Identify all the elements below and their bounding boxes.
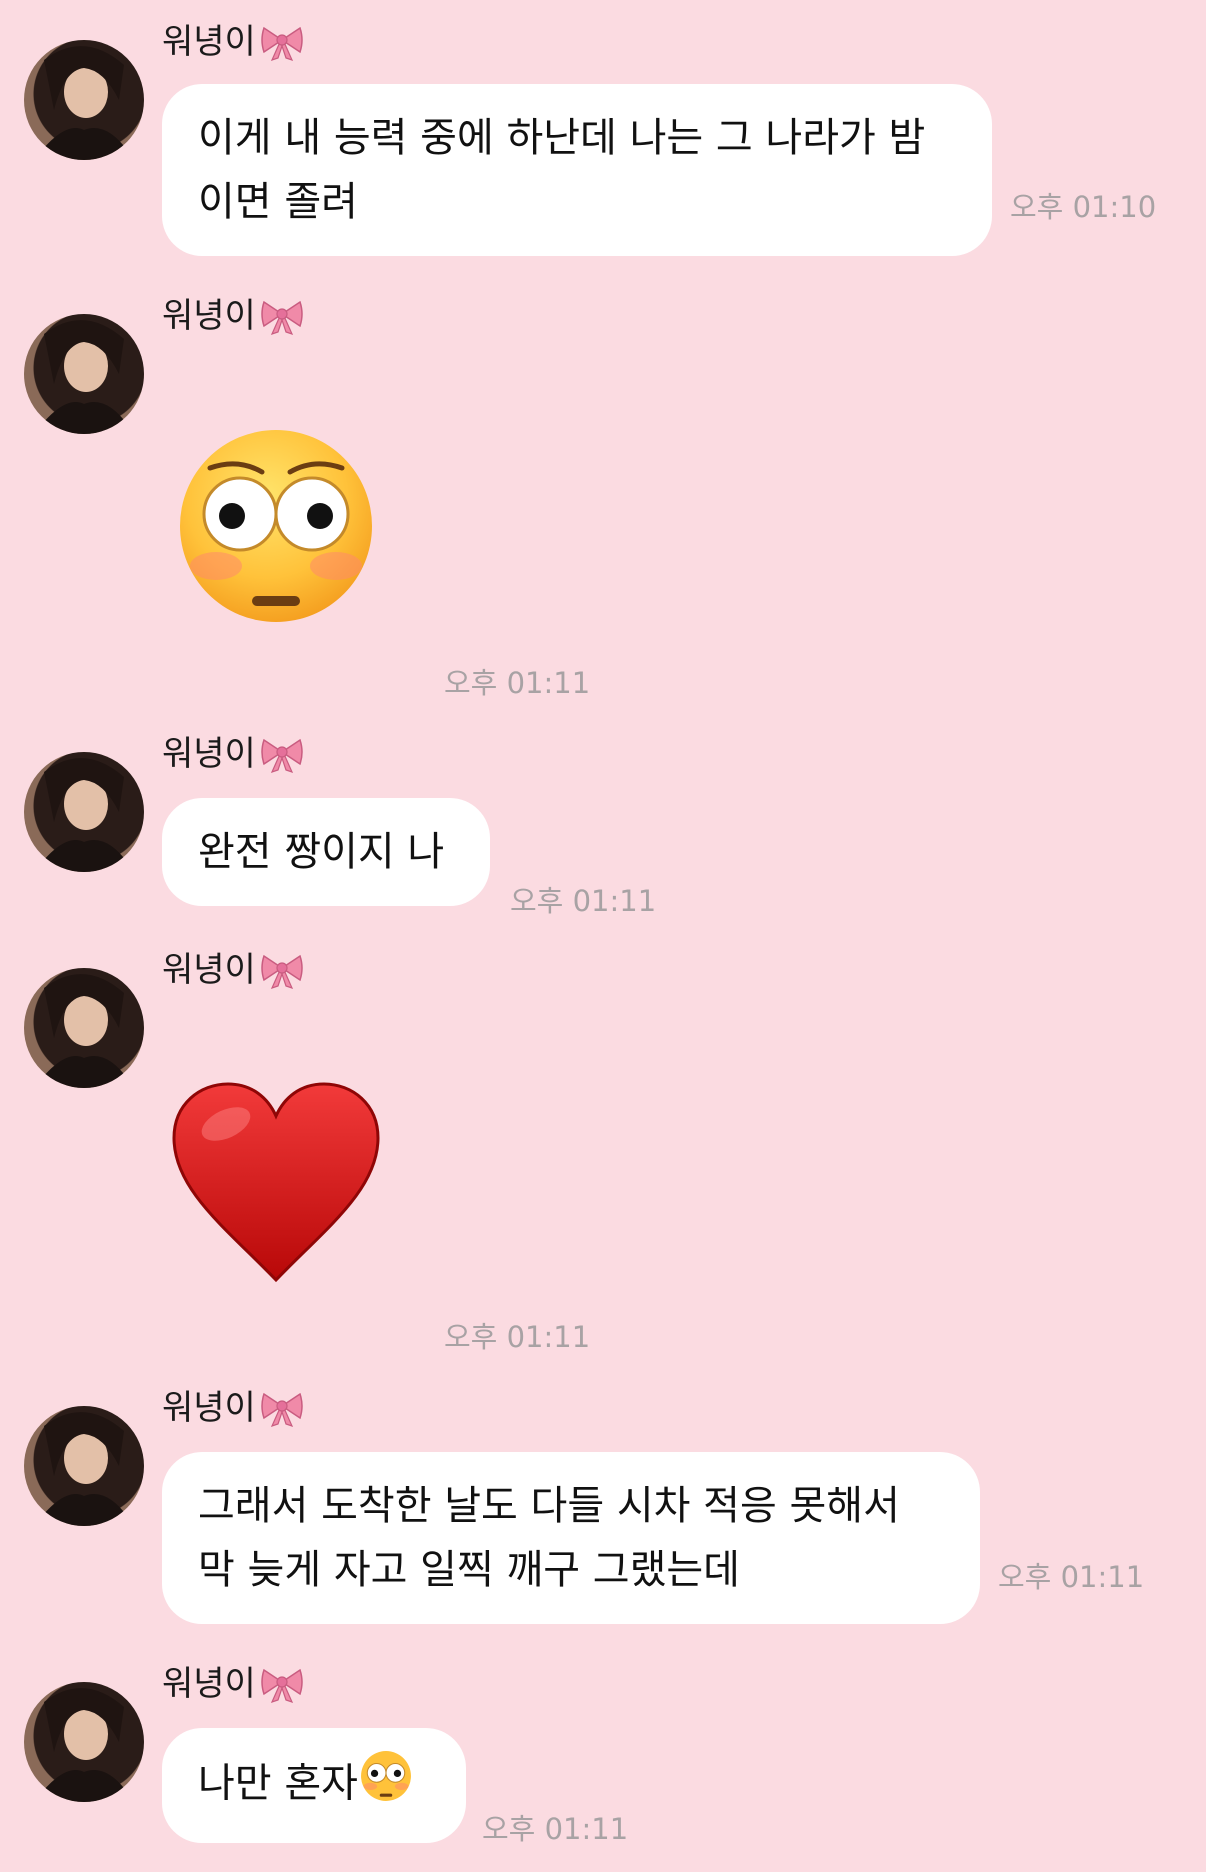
timestamp: 오후 01:11 bbox=[444, 1320, 591, 1354]
message-line: 완전 짱이지 나 bbox=[198, 829, 445, 875]
sender-name: 워녕이 bbox=[162, 1662, 304, 1706]
ribbon-bow-icon bbox=[260, 734, 304, 774]
timestamp: 오후 01:11 bbox=[510, 884, 657, 918]
message-bubble[interactable]: 이게 내 능력 중에 하난데 나는 그 나라가 밤 이면 졸려 bbox=[162, 84, 992, 256]
sender-name: 워녕이 bbox=[162, 948, 304, 992]
sender-name: 워녕이 bbox=[162, 732, 304, 776]
sender-name-text: 워녕이 bbox=[162, 296, 256, 336]
sender-name-text: 워녕이 bbox=[162, 1388, 256, 1428]
avatar[interactable] bbox=[24, 314, 144, 434]
timestamp: 오후 01:11 bbox=[482, 1812, 629, 1846]
message-line: 이게 내 능력 중에 하난데 나는 그 나라가 밤 bbox=[198, 115, 926, 161]
message-bubble[interactable]: 그래서 도착한 날도 다들 시차 적응 못해서 막 늦게 자고 일찍 깨구 그랬… bbox=[162, 1452, 980, 1624]
sender-name-text: 워녕이 bbox=[162, 22, 256, 62]
ribbon-bow-icon bbox=[260, 1664, 304, 1704]
avatar[interactable] bbox=[24, 1406, 144, 1526]
sender-name-text: 워녕이 bbox=[162, 734, 256, 774]
ribbon-bow-icon bbox=[260, 950, 304, 990]
avatar[interactable] bbox=[24, 968, 144, 1088]
message-line: 막 늦게 자고 일찍 깨구 그랬는데 bbox=[198, 1547, 740, 1593]
avatar[interactable] bbox=[24, 752, 144, 872]
ribbon-bow-icon bbox=[260, 296, 304, 336]
sender-name: 워녕이 bbox=[162, 1386, 304, 1430]
message-line: 나만 혼자 bbox=[198, 1760, 358, 1807]
avatar[interactable] bbox=[24, 1682, 144, 1802]
red-heart-icon[interactable] bbox=[168, 1080, 384, 1290]
message-line: 이면 졸려 bbox=[198, 179, 358, 225]
timestamp: 오후 01:11 bbox=[444, 666, 591, 700]
timestamp: 오후 01:11 bbox=[998, 1560, 1145, 1594]
flushed-face-icon bbox=[360, 1750, 412, 1821]
ribbon-bow-icon bbox=[260, 22, 304, 62]
message-line: 그래서 도착한 날도 다들 시차 적응 못해서 bbox=[198, 1483, 900, 1529]
sender-name-text: 워녕이 bbox=[162, 1664, 256, 1704]
timestamp: 오후 01:10 bbox=[1010, 190, 1157, 224]
sender-name: 워녕이 bbox=[162, 294, 304, 338]
message-bubble[interactable]: 완전 짱이지 나 bbox=[162, 798, 490, 906]
sender-name-text: 워녕이 bbox=[162, 950, 256, 990]
flushed-face-icon[interactable] bbox=[176, 426, 376, 630]
sender-name: 워녕이 bbox=[162, 20, 304, 64]
ribbon-bow-icon bbox=[260, 1388, 304, 1428]
message-bubble[interactable]: 나만 혼자 bbox=[162, 1728, 466, 1843]
avatar[interactable] bbox=[24, 40, 144, 160]
